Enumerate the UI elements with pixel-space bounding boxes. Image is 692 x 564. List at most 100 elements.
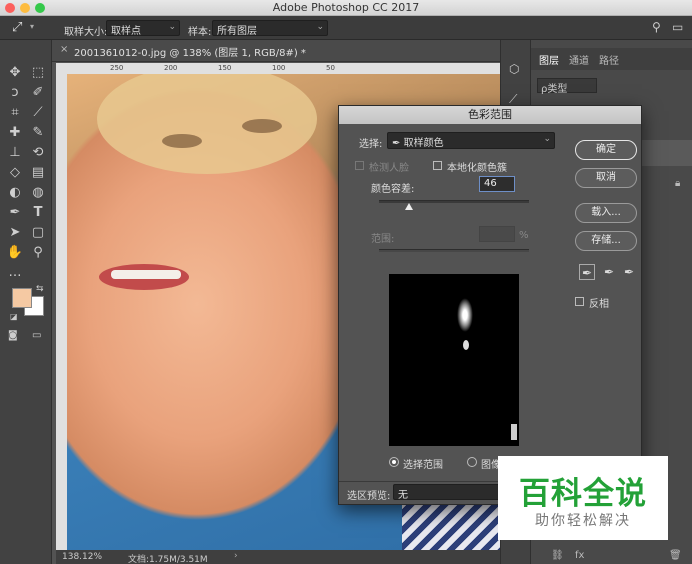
- selection-radio[interactable]: [389, 457, 399, 467]
- select-dropdown[interactable]: ✒ 取样颜色 ⌄: [387, 132, 555, 149]
- eyedropper-icon: ✒: [392, 138, 401, 149]
- 3d-icon[interactable]: ⬡: [509, 62, 519, 76]
- eyedropper-icon[interactable]: ✒: [579, 264, 595, 280]
- color-range-dialog: 色彩范围 选择: ✒ 取样颜色 ⌄ 检测人脸 本地化颜色簇 颜色容差: 46 范…: [338, 105, 642, 505]
- tools-panel: ✥ ⬚ ↄ ✐ ⌗ ⟋ ✚ ✎ ⊥ ⟲ ◇ ▤ ◐ ◍ ✒ T ➤ ▢ ✋ ⚲ …: [0, 40, 52, 564]
- search-icon[interactable]: ⚲: [652, 20, 661, 34]
- document-size: 文档:1.75M/3.51M: [128, 555, 208, 564]
- close-tab-icon[interactable]: ×: [60, 44, 68, 55]
- fuzziness-slider[interactable]: [379, 200, 529, 203]
- preview-highlight: [463, 340, 469, 350]
- chevron-down-icon: ⌄: [168, 22, 176, 32]
- preview-highlight: [511, 424, 517, 440]
- selection-preview-dropdown[interactable]: 无: [393, 484, 513, 501]
- eye-right: [242, 119, 282, 133]
- range-label: 范围:: [371, 234, 395, 245]
- layer-style-icon[interactable]: fx: [575, 550, 584, 561]
- chevron-down-icon: ⌄: [543, 134, 551, 144]
- watermark-logo: 百科全说 助你轻松解决: [498, 456, 668, 540]
- clone-stamp-icon[interactable]: ⊥: [5, 144, 25, 162]
- horizontal-ruler: 250 200 150 100 50: [56, 63, 500, 74]
- watermark-sub-text: 助你轻松解决: [535, 513, 631, 529]
- link-layers-icon[interactable]: ⛓: [551, 550, 564, 561]
- quick-mask-icon[interactable]: ◙: [8, 330, 18, 341]
- tool-preset-chevron-icon[interactable]: ▾: [30, 22, 34, 31]
- layer-kind-filter[interactable]: ρ类型: [537, 78, 597, 95]
- watermark-main-text: 百科全说: [519, 476, 647, 512]
- delete-layer-icon[interactable]: 🗑︎: [669, 550, 682, 561]
- eyedropper-icon[interactable]: ⟋: [28, 104, 48, 122]
- cancel-button[interactable]: 取消: [575, 168, 637, 188]
- fuzziness-slider-thumb[interactable]: [405, 203, 413, 210]
- status-bar: 138.12% 文档:1.75M/3.51M ›: [56, 550, 500, 564]
- dodge-tool-icon[interactable]: ◍: [28, 184, 48, 202]
- sample-size-label: 取样大小:: [64, 27, 108, 38]
- document-title: 2001361012-0.jpg @ 138% (图层 1, RGB/8#) *: [74, 48, 306, 59]
- blur-tool-icon[interactable]: ◐: [5, 184, 25, 202]
- foreground-color-swatch[interactable]: [12, 288, 32, 308]
- eyedropper-tool-icon[interactable]: ⤢: [12, 20, 22, 35]
- save-button[interactable]: 存储...: [575, 231, 637, 251]
- pen-tool-icon[interactable]: ✒: [5, 204, 25, 222]
- fuzziness-input[interactable]: 46: [479, 176, 515, 192]
- move-tool-icon[interactable]: ✥: [5, 64, 25, 82]
- crop-tool-icon[interactable]: ⌗: [5, 104, 25, 122]
- title-bar: Adobe Photoshop CC 2017: [0, 0, 692, 16]
- quick-selection-tool-icon[interactable]: ✐: [28, 84, 48, 102]
- localized-clusters-label: 本地化颜色簇: [447, 163, 507, 174]
- gradient-tool-icon[interactable]: ▤: [28, 164, 48, 182]
- healing-brush-icon[interactable]: ✚: [5, 124, 25, 142]
- add-to-sample-eyedropper-icon[interactable]: ✒: [601, 264, 617, 280]
- fuzziness-label: 颜色容差:: [371, 184, 415, 195]
- image-radio[interactable]: [467, 457, 477, 467]
- ruler-tick: 200: [164, 64, 178, 72]
- swap-colors-icon[interactable]: ⇆: [36, 284, 44, 294]
- eraser-tool-icon[interactable]: ◇: [5, 164, 25, 182]
- localized-clusters-checkbox[interactable]: [433, 161, 442, 170]
- ruler-tick: 50: [326, 64, 335, 72]
- marquee-tool-icon[interactable]: ⬚: [28, 64, 48, 82]
- sample-size-dropdown[interactable]: 取样点 ⌄: [106, 20, 180, 37]
- hand-tool-icon[interactable]: ✋: [5, 244, 25, 262]
- document-tab[interactable]: × 2001361012-0.jpg @ 138% (图层 1, RGB/8#)…: [52, 40, 500, 62]
- range-unit: %: [519, 230, 529, 241]
- vertical-ruler: [56, 74, 67, 550]
- invert-checkbox[interactable]: [575, 297, 584, 306]
- screen-mode-icon[interactable]: ▭: [32, 330, 41, 341]
- teeth: [111, 270, 181, 279]
- selection-preview-value: 无: [398, 490, 408, 501]
- subtract-from-sample-eyedropper-icon[interactable]: ✒: [621, 264, 637, 280]
- range-input[interactable]: [479, 226, 515, 242]
- workspace-icon[interactable]: ▭: [672, 20, 683, 34]
- rectangle-tool-icon[interactable]: ▢: [28, 224, 48, 242]
- tab-channels[interactable]: 通道: [569, 52, 589, 67]
- history-brush-icon[interactable]: ⟲: [28, 144, 48, 162]
- sample-layers-dropdown[interactable]: 所有图层 ⌄: [212, 20, 328, 37]
- dialog-title: 色彩范围: [339, 106, 641, 124]
- more-tools-icon[interactable]: …: [5, 264, 25, 282]
- ruler-tick: 150: [218, 64, 232, 72]
- range-slider[interactable]: [379, 249, 529, 252]
- lock-icon: 🔒︎: [675, 178, 681, 189]
- brush-tool-icon[interactable]: ✎: [28, 124, 48, 142]
- ok-button[interactable]: 确定: [575, 140, 637, 160]
- default-colors-icon[interactable]: ◪: [10, 312, 18, 321]
- select-label: 选择:: [359, 139, 383, 150]
- detect-faces-checkbox[interactable]: [355, 161, 364, 170]
- path-selection-icon[interactable]: ➤: [5, 224, 25, 242]
- layer-kind-value: ρ类型: [541, 84, 568, 95]
- tab-layers[interactable]: 图层: [539, 52, 559, 67]
- lasso-tool-icon[interactable]: ↄ: [5, 84, 25, 102]
- status-menu-chevron-icon[interactable]: ›: [234, 551, 238, 561]
- tab-paths[interactable]: 路径: [599, 52, 619, 67]
- zoom-level[interactable]: 138.12%: [62, 552, 102, 562]
- select-value: 取样颜色: [403, 138, 444, 149]
- hair-area: [97, 74, 317, 174]
- selection-preview-thumbnail[interactable]: [389, 274, 519, 446]
- sample-layers-value: 所有图层: [217, 26, 257, 37]
- ruler-tick: 100: [272, 64, 286, 72]
- type-tool-icon[interactable]: T: [28, 204, 48, 222]
- load-button[interactable]: 载入...: [575, 203, 637, 223]
- zoom-tool-icon[interactable]: ⚲: [28, 244, 48, 262]
- options-bar: ⤢ ▾ 取样大小: 取样点 ⌄ 样本: 所有图层 ⌄ ⚲ ▭: [0, 16, 692, 40]
